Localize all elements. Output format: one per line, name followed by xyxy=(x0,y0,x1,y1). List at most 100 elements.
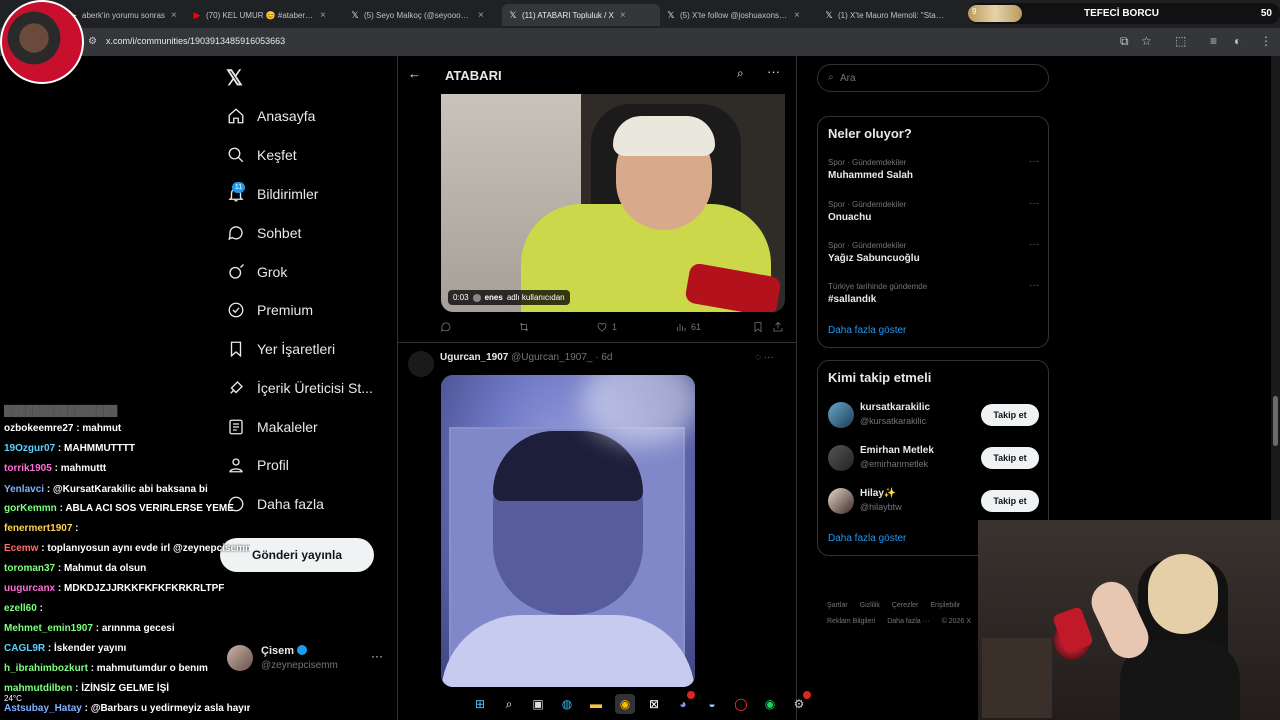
like-count: 1 xyxy=(612,322,618,332)
nav-chat[interactable]: Sohbet xyxy=(226,218,301,248)
avatar[interactable] xyxy=(408,351,434,377)
discord-icon[interactable]: ◕ xyxy=(673,691,695,714)
tweet-video[interactable]: 0:03 enes adlı kullanıcıdan xyxy=(441,94,785,312)
like-button[interactable]: 1 xyxy=(596,321,617,333)
follow-suggestion[interactable]: kursatkarakilic @kursatkarakilic Takip e… xyxy=(828,400,1044,430)
settings-icon[interactable]: ⚙ xyxy=(789,691,811,714)
trend-item[interactable]: Spor · Gündemdekiler Muhammed Salah ··· xyxy=(828,156,1043,181)
grok-icon[interactable]: ◌ xyxy=(755,352,761,363)
task-view-icon[interactable]: ▣ xyxy=(528,694,548,714)
show-more-link[interactable]: Daha fazla göster xyxy=(828,325,906,336)
x-app-icon[interactable]: ⊠ xyxy=(644,694,664,714)
nav-premium[interactable]: Premium xyxy=(226,295,313,325)
tweet-actions[interactable]: ◌ ··· xyxy=(755,352,774,363)
reading-list-icon[interactable]: ≡ xyxy=(1210,34,1217,48)
scrollbar-thumb[interactable] xyxy=(1273,396,1278,446)
copyright: © 2026 X xyxy=(941,618,971,625)
nav-home[interactable]: Anasayfa xyxy=(226,101,315,131)
windows-start-icon[interactable]: ⊞ xyxy=(470,694,490,714)
trend-item[interactable]: Spor · Gündemdekiler Onuachu ··· xyxy=(828,198,1043,223)
reply-button[interactable] xyxy=(440,321,452,333)
spotify-icon[interactable]: ◉ xyxy=(760,694,780,714)
chat-message: toroman37 : Mahmut da olsun xyxy=(4,563,146,574)
menu-icon[interactable]: ⋮ xyxy=(1260,34,1272,48)
more-dots-icon[interactable]: ··· xyxy=(1029,156,1039,167)
footer-link[interactable]: Gizlilik xyxy=(860,602,880,609)
nav-grok[interactable]: Grok xyxy=(226,257,287,287)
browser-tab[interactable]: 𝕏 (5) X'te follow @joshuaxonsy: ' × xyxy=(660,4,818,26)
chat-message: fenermert1907 : xyxy=(4,523,79,534)
close-tab-icon[interactable]: × xyxy=(620,10,626,21)
chat-username: Astsubay_Hatay xyxy=(4,703,82,714)
url-field[interactable]: x.com/i/communities/1903913485916053663 xyxy=(106,36,285,46)
search-input[interactable]: ⌕ Ara xyxy=(817,64,1049,92)
more-dots-icon[interactable]: ··· xyxy=(767,64,780,79)
more-dots-icon[interactable]: ··· xyxy=(1029,280,1039,291)
extensions-icon[interactable]: ⬚ xyxy=(1175,34,1186,48)
close-tab-icon[interactable]: × xyxy=(171,10,177,21)
follow-button[interactable]: Takip et xyxy=(981,404,1039,426)
more-dots-icon[interactable]: ··· xyxy=(1029,198,1039,209)
view-count: 61 xyxy=(691,322,702,332)
steam-icon[interactable]: ◒ xyxy=(702,694,722,714)
chat-username: Ecemw xyxy=(4,543,39,554)
chat-message: Mehmet_emin1907 : arınnma gecesi xyxy=(4,623,175,634)
tweet-author[interactable]: Ugurcan_1907 @Ugurcan_1907_ · 6d xyxy=(440,352,613,363)
share-icon xyxy=(773,321,783,332)
chrome-icon[interactable]: ◉ xyxy=(615,694,635,714)
views-button[interactable]: 61 xyxy=(675,321,701,333)
more-dots-icon[interactable]: ··· xyxy=(764,352,774,363)
footer-link[interactable]: Çerezler xyxy=(892,602,918,609)
search-icon[interactable]: ⌕ xyxy=(737,66,744,81)
views-icon xyxy=(677,324,686,331)
bookmark-star-icon[interactable]: ☆ xyxy=(1141,34,1152,48)
video-overlay-label: 0:03 enes adlı kullanıcıdan xyxy=(448,290,570,305)
close-tab-icon[interactable]: × xyxy=(320,10,326,21)
footer-link[interactable]: Reklam Bilgileri xyxy=(827,618,875,625)
sidebar-footer: Şartlar Gizlilik Çerezler Erişilebilir Rekl… xyxy=(827,598,987,630)
close-tab-icon[interactable]: × xyxy=(478,10,484,21)
tweet-image[interactable] xyxy=(441,375,695,687)
chat-username: h_ibrahimbozkurt xyxy=(4,663,88,674)
edge-icon[interactable]: ◍ xyxy=(557,694,577,714)
file-explorer-icon[interactable]: ▬ xyxy=(586,694,606,714)
footer-link[interactable]: Erişilebilir xyxy=(930,602,960,609)
chat-text: : mahmutumdur o benım xyxy=(90,663,208,674)
follow-suggestion[interactable]: Emirhan Metlek @emirhanmetlek Takip et xyxy=(828,443,1044,473)
show-more-link[interactable]: Daha fazla göster xyxy=(828,533,906,544)
repost-button[interactable] xyxy=(518,321,530,333)
chat-message: gorKemmn : ABLA ACI SOS VERIRLERSE YEME xyxy=(4,503,234,514)
tweet-divider xyxy=(398,342,796,343)
back-arrow-icon[interactable]: ← xyxy=(408,66,421,81)
more-dots-icon[interactable]: ··· xyxy=(371,649,383,663)
nav-creator-studio[interactable]: İçerik Üreticisi St... xyxy=(226,373,373,403)
nav-explore[interactable]: Keşfet xyxy=(226,140,297,170)
browser-tab[interactable]: ▶ (70) KEL UMUR 😊 #ataberkdo × xyxy=(186,4,344,26)
cast-icon[interactable]: ⧉ xyxy=(1120,34,1129,49)
footer-link[interactable]: Şartlar xyxy=(827,602,848,609)
share-button[interactable] xyxy=(772,321,784,333)
search-icon[interactable]: ⌕ xyxy=(499,694,519,714)
browser-tab[interactable]: ▶aberk'in yorumu sonras× xyxy=(62,4,186,26)
account-switcher[interactable]: Çisem @zeynepcisemm ··· xyxy=(227,644,387,674)
bookmark-button[interactable] xyxy=(752,321,764,333)
browser-tab-active[interactable]: 𝕏 (11) ATABARI Topluluk / X × xyxy=(502,4,660,26)
opera-icon[interactable]: ◯ xyxy=(731,694,751,714)
follow-button[interactable]: Takip et xyxy=(981,447,1039,469)
follow-button[interactable]: Takip et xyxy=(981,490,1039,512)
footer-link[interactable]: Daha fazla ··· xyxy=(887,618,929,625)
trend-item[interactable]: Türkiye tarihinde gündemde #sallandık ··… xyxy=(828,280,1043,305)
follow-suggestion[interactable]: Hilay✨ @hilaybtw Takip et xyxy=(828,486,1044,516)
nav-bookmarks[interactable]: Yer İşaretleri xyxy=(226,334,335,364)
more-dots-icon[interactable]: ··· xyxy=(1029,239,1039,250)
close-tab-icon[interactable]: × xyxy=(794,10,800,21)
x-logo-icon[interactable]: 𝕏 xyxy=(226,66,243,91)
weather-widget[interactable]: 24°C xyxy=(4,694,22,703)
browser-tab[interactable]: 𝕏 (1) X'te Mauro Memoli: "Star al xyxy=(818,4,968,26)
chat-message: torrik1905 : mahmuttt xyxy=(4,463,106,474)
profile-icon[interactable]: ◐ xyxy=(1234,34,1241,48)
browser-tab[interactable]: 𝕏 (5) Seyo Malkoç (@seyooo06) / × xyxy=(344,4,502,26)
trend-item[interactable]: Spor · Gündemdekiler Yağız Sabuncuoğlu ·… xyxy=(828,239,1043,264)
site-info-icon[interactable]: ⚙ xyxy=(88,36,97,47)
chat-text: : Mahmut da olsun xyxy=(57,563,147,574)
